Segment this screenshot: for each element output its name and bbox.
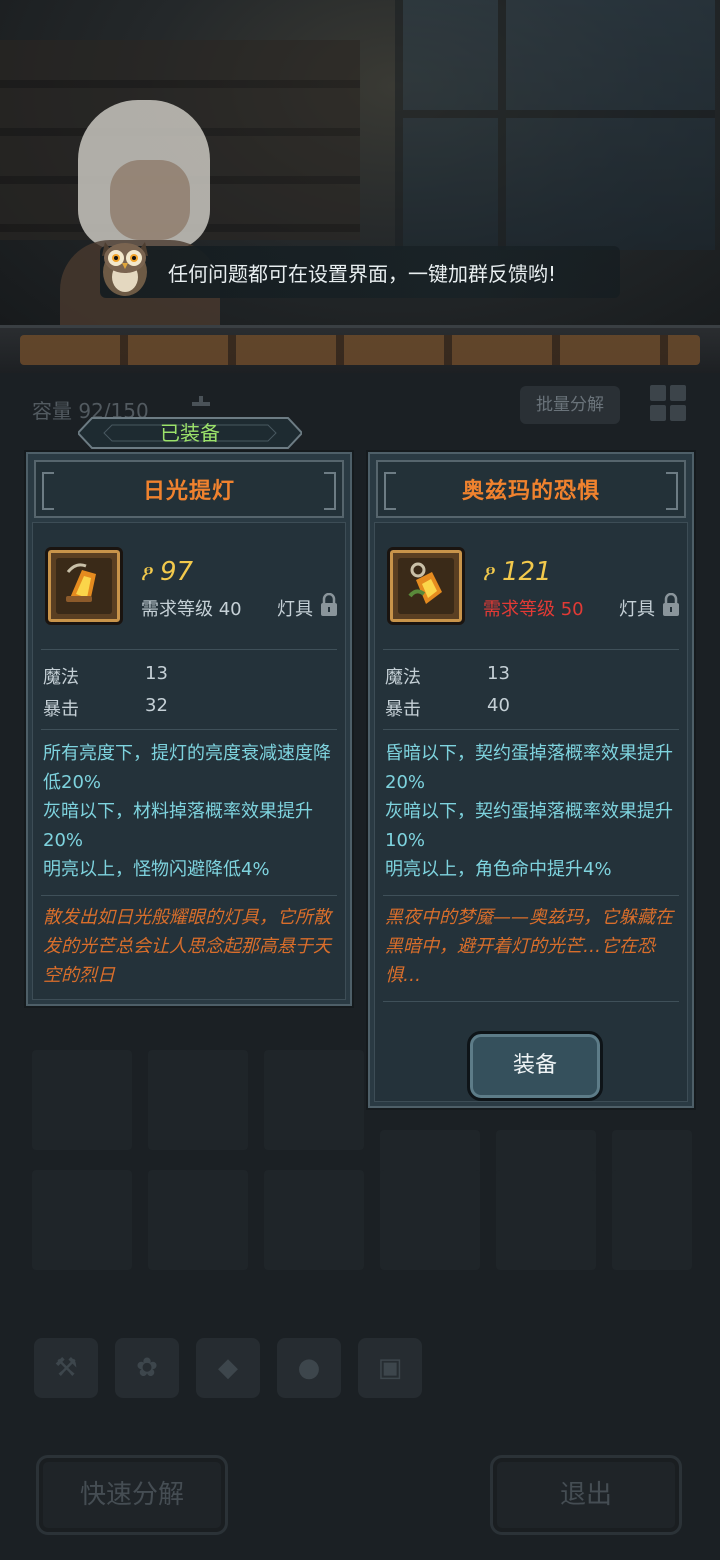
equipped-tag: 已装备 <box>82 414 298 452</box>
item-name: 奥兹玛的恐惧 <box>461 479 600 504</box>
filter-material[interactable]: ● <box>277 1338 341 1398</box>
stat-value: 40 <box>487 695 510 716</box>
inventory-slot[interactable] <box>380 1170 480 1270</box>
divider <box>383 649 679 650</box>
inventory-slot[interactable] <box>496 1170 596 1270</box>
stat-value: 13 <box>487 663 510 684</box>
batch-disassemble-button[interactable]: 批量分解 <box>520 386 620 424</box>
card-header: 日光提灯 <box>34 460 344 518</box>
tip-text: 任何问题都可在设置界面，一键加群反馈哟! <box>168 262 557 286</box>
divider <box>41 729 337 730</box>
owl-icon <box>102 242 148 296</box>
stat-value: 13 <box>145 663 168 684</box>
divider <box>383 729 679 730</box>
inventory-slot[interactable] <box>148 1170 248 1270</box>
item-power: ፆ 121 <box>483 557 552 587</box>
item-icon-frame <box>45 547 123 625</box>
exit-label: 退出 <box>559 1480 612 1510</box>
sort-icon[interactable] <box>190 396 212 410</box>
exit-button[interactable]: 退出 <box>490 1455 682 1535</box>
fruit-icon: ● <box>297 1353 321 1383</box>
effect-line: 昏暗以下，契约蛋掉落概率效果提升20% <box>385 743 673 793</box>
lock-icon[interactable] <box>319 593 339 617</box>
power-icon: ፆ <box>483 561 496 586</box>
effect-line: 明亮以上，角色命中提升4% <box>385 859 612 880</box>
inventory-slot[interactable] <box>32 1170 132 1270</box>
lock-icon[interactable] <box>661 593 681 617</box>
equipped-item-card: 日光提灯 ፆ 97 需求等级 40 灯具 魔法 13 暴击 32 所有亮度下，提灯… <box>26 452 352 1006</box>
chest-icon: ▣ <box>377 1353 403 1383</box>
filter-weapon[interactable]: ⚒ <box>34 1338 98 1398</box>
stat-value: 32 <box>145 695 168 716</box>
quick-disassemble-button[interactable]: 快速分解 <box>36 1455 228 1535</box>
power-value: 97 <box>159 557 194 587</box>
compare-item-card: 奥兹玛的恐惧 ፆ 121 需求等级 50 灯具 魔法 13 暴击 40 昏暗以下，… <box>368 452 694 1108</box>
inventory-slot[interactable] <box>148 1050 248 1150</box>
divider <box>383 895 679 896</box>
divider <box>41 649 337 650</box>
equipped-label: 已装备 <box>160 421 220 445</box>
card-header: 奥兹玛的恐惧 <box>376 460 686 518</box>
filter-chest[interactable]: ▣ <box>358 1338 422 1398</box>
wooden-ledge <box>20 335 700 365</box>
paw-icon: ✿ <box>136 1353 158 1383</box>
power-value: 121 <box>501 557 552 587</box>
inventory-slot[interactable] <box>32 1050 132 1150</box>
inventory-slot[interactable] <box>612 1170 692 1270</box>
item-type: 灯具 <box>277 599 313 620</box>
effect-line: 灰暗以下，契约蛋掉落概率效果提升10% <box>385 801 673 851</box>
filter-gem[interactable]: ◆ <box>196 1338 260 1398</box>
grid-view-icon[interactable] <box>650 385 688 423</box>
item-icon-frame <box>387 547 465 625</box>
effect-line: 所有亮度下，提灯的亮度衰减速度降低20% <box>43 743 331 793</box>
item-name: 日光提灯 <box>142 479 235 504</box>
level-requirement: 需求等级 50 <box>483 599 584 620</box>
filter-pet[interactable]: ✿ <box>115 1338 179 1398</box>
hero-face <box>110 160 190 240</box>
item-effects: 所有亮度下，提灯的亮度衰减速度降低20% 灰暗以下，材料掉落概率效果提升20% … <box>43 739 335 884</box>
divider <box>41 895 337 896</box>
effect-line: 灰暗以下，材料掉落概率效果提升20% <box>43 801 313 851</box>
gem-icon: ◆ <box>218 1353 238 1383</box>
background-window <box>395 0 715 250</box>
inventory-slot[interactable] <box>264 1050 364 1150</box>
divider <box>383 1001 679 1002</box>
quick-disassemble-label: 快速分解 <box>79 1480 184 1510</box>
lantern-icon <box>56 558 112 614</box>
item-effects: 昏暗以下，契约蛋掉落概率效果提升20% 灰暗以下，契约蛋掉落概率效果提升10% … <box>385 739 677 884</box>
equip-button[interactable]: 装备 <box>467 1031 603 1101</box>
item-lore: 黑夜中的梦魇——奥兹玛，它躲藏在黑暗中，避开着灯的光芒…它在恐惧… <box>385 907 673 986</box>
lantern-icon <box>398 558 454 614</box>
item-type: 灯具 <box>619 599 655 620</box>
stat-label: 魔法 <box>43 667 79 688</box>
level-requirement: 需求等级 40 <box>141 599 242 620</box>
stat-label: 暴击 <box>43 699 79 720</box>
stat-label: 魔法 <box>385 667 421 688</box>
stat-label: 暴击 <box>385 699 421 720</box>
card-body: ፆ 97 需求等级 40 灯具 魔法 13 暴击 32 所有亮度下，提灯的亮度衰减… <box>32 522 346 1000</box>
item-power: ፆ 97 <box>141 557 193 587</box>
item-lore: 散发出如日光般耀眼的灯具，它所散发的光芒总会让人思念起那高悬于天空的烈日 <box>43 907 331 986</box>
card-body: ፆ 121 需求等级 50 灯具 魔法 13 暴击 40 昏暗以下，契约蛋掉落概率… <box>374 522 688 1102</box>
effect-line: 明亮以上，怪物闪避降低4% <box>43 859 270 880</box>
equip-label: 装备 <box>512 1053 557 1078</box>
inventory-slot[interactable] <box>264 1170 364 1270</box>
weapon-icon: ⚒ <box>54 1353 78 1383</box>
power-icon: ፆ <box>141 561 154 586</box>
